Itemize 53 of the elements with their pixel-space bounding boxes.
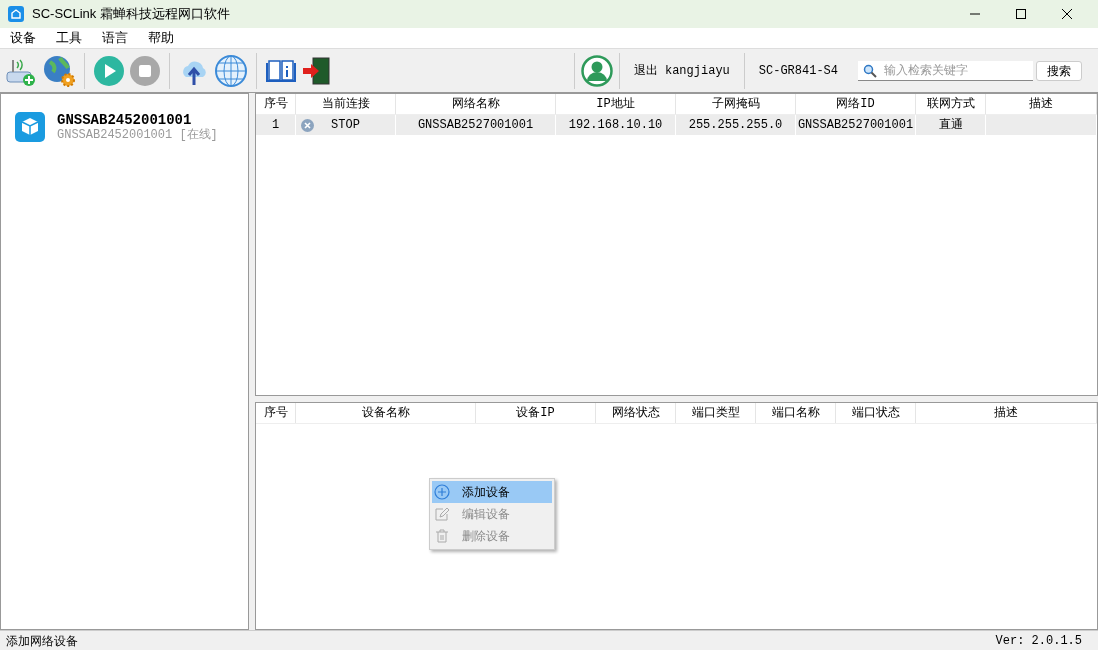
- globe-icon[interactable]: [214, 53, 248, 88]
- trash-icon: [434, 528, 450, 544]
- menu-item[interactable]: 设备: [0, 28, 46, 48]
- column-header[interactable]: 网络状态: [596, 403, 676, 423]
- table-cell-text: STOP: [331, 117, 360, 134]
- column-header[interactable]: 描述: [916, 403, 1097, 423]
- play-icon[interactable]: [93, 54, 125, 87]
- column-header[interactable]: IP地址: [556, 94, 676, 114]
- column-header[interactable]: 子网掩码: [676, 94, 796, 114]
- window-title: SC-SCLink 霜蝉科技远程网口软件: [32, 5, 230, 24]
- search-icon: [863, 63, 877, 78]
- column-header[interactable]: 序号: [256, 403, 296, 423]
- menu-item[interactable]: 语言: [92, 28, 138, 48]
- user-avatar-icon[interactable]: [580, 54, 613, 87]
- menu-item[interactable]: 帮助: [138, 28, 184, 48]
- context-menu-item[interactable]: 添加设备: [432, 481, 552, 503]
- edit-icon: [434, 506, 450, 522]
- close-icon: [1062, 9, 1072, 19]
- column-header[interactable]: 网络ID: [796, 94, 916, 114]
- column-header[interactable]: 端口类型: [676, 403, 756, 423]
- device-model: SC-GR841-S4: [757, 62, 839, 80]
- column-header[interactable]: 设备IP: [476, 403, 596, 423]
- device-name[interactable]: GNSSAB2452001001: [57, 112, 218, 128]
- column-header[interactable]: 序号: [256, 94, 296, 114]
- table-cell-text: GNSSAB2527001001: [417, 117, 534, 134]
- add-icon: [434, 484, 450, 500]
- table-cell-text: 直通: [938, 117, 963, 134]
- globe-gear-icon[interactable]: [42, 53, 76, 88]
- column-header[interactable]: 端口名称: [756, 403, 836, 423]
- table-cell-text: 1: [271, 117, 280, 134]
- table-cell-text: 192.168.10.10: [568, 117, 663, 134]
- disconnected-icon: [301, 118, 314, 132]
- column-header[interactable]: 描述: [986, 94, 1097, 114]
- column-header[interactable]: 设备名称: [296, 403, 476, 423]
- device-cube-icon: [15, 112, 45, 142]
- menu-item[interactable]: 工具: [46, 28, 92, 48]
- search-field[interactable]: 输入检索关键字: [858, 60, 1033, 81]
- table-cell-text: 255.255.255.0: [688, 117, 783, 134]
- maximize-icon: [1016, 9, 1026, 19]
- status-message: 添加网络设备: [6, 632, 78, 650]
- table-cell-text: GNSSAB2527001001: [797, 117, 914, 134]
- search-button[interactable]: 搜索: [1036, 60, 1082, 81]
- column-header[interactable]: 端口状态: [836, 403, 916, 423]
- stop-icon[interactable]: [129, 54, 161, 87]
- app-icon: [8, 6, 24, 22]
- table-row[interactable]: 1 STOP GNSSAB2527001001 192.168.10.10 255.255.255.0 GNSSAB2527001001 直通: [256, 115, 1097, 135]
- column-header[interactable]: 当前连接: [296, 94, 396, 114]
- exit-door-icon[interactable]: [301, 54, 333, 87]
- version-label: Ver: 2.0.1.5: [995, 632, 1082, 650]
- logout-button[interactable]: 退出 kangjiayu: [619, 61, 744, 80]
- column-header[interactable]: 联网方式: [916, 94, 986, 114]
- device-status: GNSSAB2452001001 [在线]: [57, 128, 218, 142]
- column-header[interactable]: 网络名称: [396, 94, 556, 114]
